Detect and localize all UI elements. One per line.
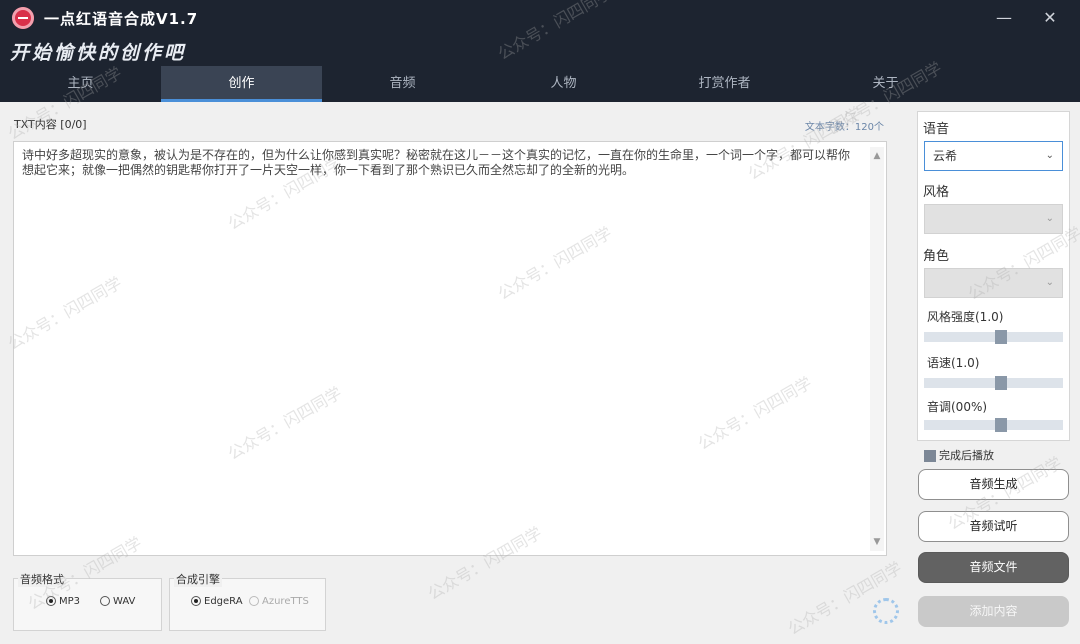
txt-content-label: TXT内容 [0/0]	[14, 118, 87, 131]
pitch-label: 音调(00%)	[927, 400, 988, 414]
style-strength-label: 风格强度(1.0)	[927, 310, 1004, 324]
audio-format-title: 音频格式	[18, 571, 66, 587]
generate-audio-button[interactable]: 音频生成	[918, 469, 1069, 500]
role-label: 角色	[923, 249, 950, 264]
tab-audio[interactable]: 音频	[322, 66, 483, 102]
chevron-down-icon: ⌄	[1045, 150, 1054, 161]
tab-character[interactable]: 人物	[483, 66, 644, 102]
radio-on-icon	[46, 596, 56, 606]
play-after-checkbox[interactable]: 完成后播放	[924, 447, 994, 463]
voice-select[interactable]: 云希 ⌄	[924, 141, 1063, 171]
app-title: 一点红语音合成V1.7	[44, 10, 199, 28]
loading-spinner-icon	[873, 598, 899, 624]
radio-off-icon	[249, 596, 259, 606]
radio-label: EdgeRA	[204, 596, 243, 607]
radio-on-icon	[191, 596, 201, 606]
style-select[interactable]: ⌄	[924, 204, 1063, 234]
style-strength-slider[interactable]	[924, 330, 1063, 344]
add-content-button[interactable]: 添加内容	[918, 596, 1069, 627]
radio-off-icon	[100, 596, 110, 606]
radio-label: AzureTTS	[262, 596, 309, 607]
style-label: 风格	[923, 185, 950, 200]
text-input[interactable]: 诗中好多超现实的意象，被认为是不存在的，但为什么让你感到真实呢？秘密就在这儿－－…	[13, 141, 887, 556]
tab-home[interactable]: 主页	[0, 66, 161, 102]
role-select[interactable]: ⌄	[924, 268, 1063, 298]
tab-create[interactable]: 创作	[161, 66, 322, 102]
pitch-slider[interactable]	[924, 418, 1063, 432]
audio-format-group: 音频格式 MP3 WAV	[13, 571, 162, 631]
close-button[interactable]: ✕	[1036, 6, 1064, 30]
chevron-down-icon: ⌄	[1045, 277, 1054, 288]
settings-panel: 语音 云希 ⌄ 风格 ⌄ 角色 ⌄ 风格强度(1.0) 语速(1.0) 音调(0…	[917, 111, 1070, 441]
tab-about[interactable]: 关于	[805, 66, 966, 102]
voice-value: 云希	[933, 149, 958, 163]
word-count: 文本字数：120个	[804, 122, 884, 133]
slogan: 开始愉快的创作吧	[10, 42, 187, 64]
radio-label: MP3	[59, 596, 81, 607]
engine-title: 合成引擎	[174, 571, 222, 587]
text-scrollbar[interactable]: ▲ ▼	[870, 147, 884, 551]
chevron-down-icon: ⌄	[1045, 213, 1054, 224]
checkbox-icon	[924, 450, 936, 462]
slider-thumb[interactable]	[995, 376, 1007, 390]
scroll-up-icon[interactable]: ▲	[872, 151, 882, 161]
radio-label: WAV	[113, 596, 136, 607]
minimize-button[interactable]: —	[990, 6, 1018, 30]
title-bar: 一点红语音合成V1.7 — ✕	[0, 0, 1080, 36]
engine-group: 合成引擎 EdgeRA AzureTTS	[169, 571, 326, 631]
app-logo-icon	[12, 7, 34, 29]
tab-bar: 主页 创作 音频 人物 打赏作者 关于	[0, 66, 1080, 102]
radio-azuretts[interactable]: AzureTTS	[249, 596, 309, 607]
audio-file-button[interactable]: 音频文件	[918, 552, 1069, 583]
speed-label: 语速(1.0)	[927, 356, 980, 370]
scroll-down-icon[interactable]: ▼	[872, 537, 882, 547]
radio-mp3[interactable]: MP3	[46, 596, 80, 607]
slider-thumb[interactable]	[995, 418, 1007, 432]
radio-wav[interactable]: WAV	[100, 596, 135, 607]
play-after-label: 完成后播放	[939, 449, 994, 462]
preview-audio-button[interactable]: 音频试听	[918, 511, 1069, 542]
voice-label: 语音	[923, 122, 950, 137]
tab-donate[interactable]: 打赏作者	[644, 66, 805, 102]
radio-edgera[interactable]: EdgeRA	[191, 596, 243, 607]
speed-slider[interactable]	[924, 376, 1063, 390]
slider-thumb[interactable]	[995, 330, 1007, 344]
